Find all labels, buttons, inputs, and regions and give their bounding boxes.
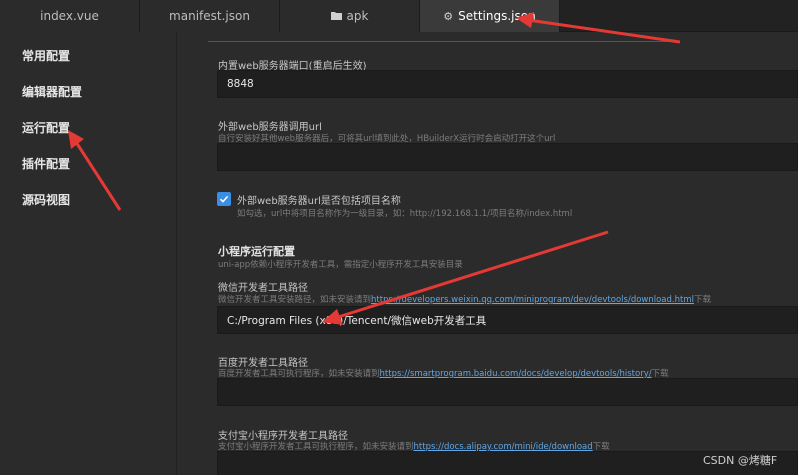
tab-apk[interactable]: apk <box>280 0 420 32</box>
tab-label: index.vue <box>40 9 99 23</box>
divider <box>208 41 678 42</box>
port-input[interactable]: 8848 <box>217 70 798 98</box>
wechat-path-input[interactable]: C:/Program Files (x86)/Tencent/微信web开发者工… <box>217 306 798 334</box>
tab-label: apk <box>346 9 369 23</box>
tab-index-vue[interactable]: index.vue <box>0 0 140 32</box>
include-project-desc: 如勾选，url中将项目名称作为一级目录，如：http://192.168.1.1… <box>237 209 573 219</box>
sidebar-item-editor[interactable]: 编辑器配置 <box>22 83 82 100</box>
external-url-label: 外部web服务器调用url <box>218 122 322 133</box>
external-url-input[interactable] <box>217 143 798 171</box>
folder-icon <box>330 10 342 23</box>
include-project-checkbox[interactable] <box>217 192 231 206</box>
gear-icon: ⚙ <box>443 9 454 23</box>
tab-settings-json[interactable]: ⚙ Settings.json <box>420 0 560 32</box>
sidebar-item-plugins[interactable]: 插件配置 <box>22 155 70 172</box>
wechat-path-value: C:/Program Files (x86)/Tencent/微信web开发者工… <box>227 314 487 327</box>
include-project-label: 外部web服务器url是否包括项目名称 <box>237 196 401 207</box>
sidebar-item-source-view[interactable]: 源码视图 <box>22 191 70 208</box>
port-value: 8848 <box>227 78 254 90</box>
watermark: CSDN @烤糖F <box>703 454 778 467</box>
wechat-desc: 微信开发者工具安装路径，如未安装请到https://developers.wei… <box>218 293 711 305</box>
tab-label: manifest.json <box>169 9 250 23</box>
miniprogram-section-title: 小程序运行配置 <box>218 245 295 258</box>
settings-sidebar: 常用配置 编辑器配置 运行配置 插件配置 源码视图 <box>0 32 177 475</box>
editor-tab-bar: index.vue manifest.json apk ⚙ Settings.j… <box>0 0 798 32</box>
check-icon <box>219 195 229 203</box>
miniprogram-section-desc: uni-app依赖小程序开发者工具，需指定小程序开发工具安装目录 <box>218 260 463 270</box>
sidebar-item-run[interactable]: 运行配置 <box>22 119 70 136</box>
wechat-label: 微信开发者工具路径 <box>218 283 308 294</box>
wechat-download-link[interactable]: https://developers.weixin.qq.com/minipro… <box>371 295 694 305</box>
baidu-path-input[interactable] <box>217 378 798 406</box>
tab-manifest-json[interactable]: manifest.json <box>140 0 280 32</box>
sidebar-item-common[interactable]: 常用配置 <box>22 47 70 64</box>
tab-label: Settings.json <box>458 9 536 23</box>
settings-panel: 内置web服务器端口(重启后生效) 8848 外部web服务器调用url 自行安… <box>178 32 798 475</box>
wechat-desc-text: 微信开发者工具安装路径，如未安装请到 <box>218 295 372 305</box>
wechat-desc-suffix: 下载 <box>693 295 711 305</box>
